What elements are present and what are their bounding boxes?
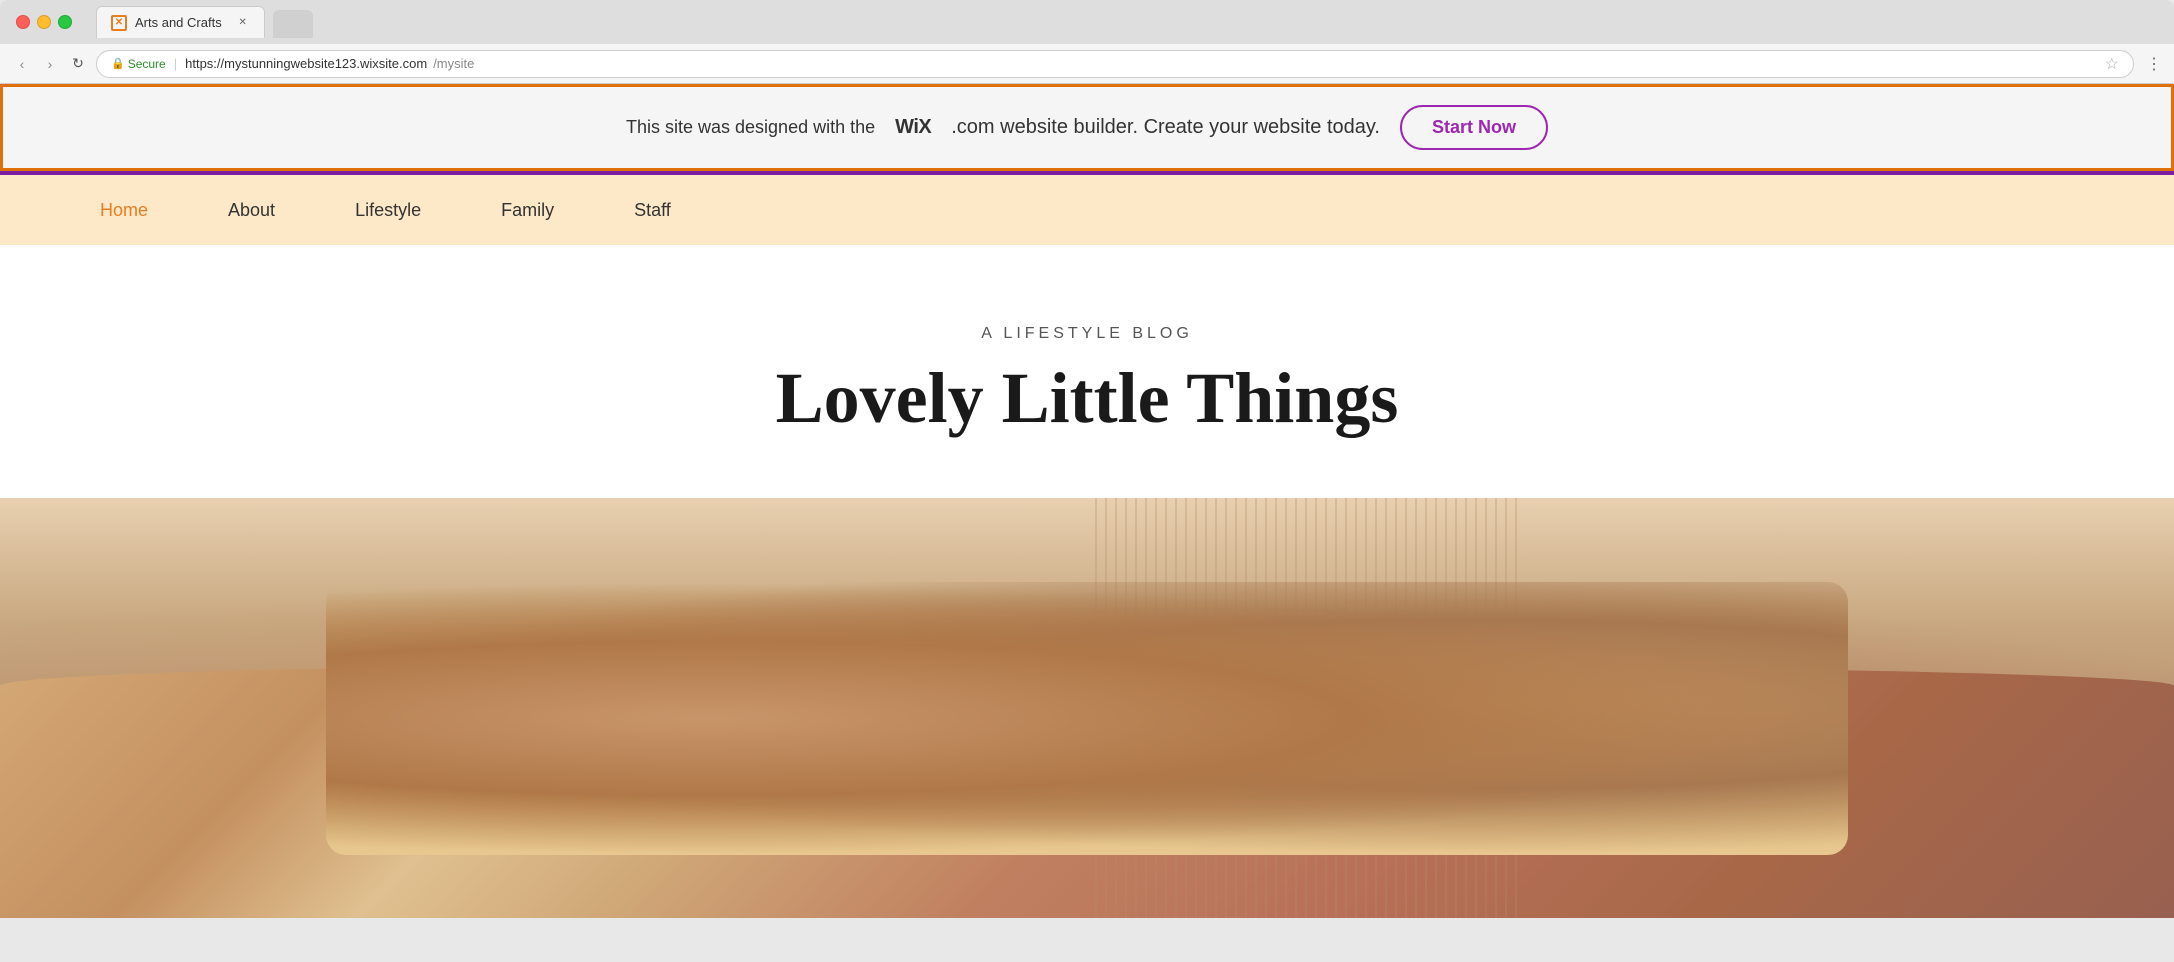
tab-title: Arts and Crafts (135, 15, 222, 30)
start-now-button[interactable]: Start Now (1400, 105, 1548, 150)
title-bar: ✕ Arts and Crafts ✕ (0, 0, 2174, 44)
traffic-lights (16, 15, 72, 29)
forward-button[interactable]: › (40, 54, 60, 74)
back-button[interactable]: ‹ (12, 54, 32, 74)
url-base: https://mystunningwebsite123.wixsite.com (185, 56, 427, 71)
blog-title: Lovely Little Things (40, 359, 2134, 438)
hero-section: A LIFESTYLE BLOG Lovely Little Things (0, 245, 2174, 498)
wix-logo: WiX (895, 116, 931, 139)
inactive-tab[interactable] (273, 10, 313, 38)
secure-badge: 🔒 Secure (111, 57, 166, 71)
secure-label: Secure (128, 57, 166, 71)
banner-text-after: .com website builder. Create your websit… (951, 116, 1380, 139)
nav-lifestyle[interactable]: Lifestyle (315, 175, 461, 245)
tab-favicon-icon: ✕ (111, 15, 127, 31)
nav-home[interactable]: Home (60, 175, 188, 245)
active-tab[interactable]: ✕ Arts and Crafts ✕ (96, 6, 265, 38)
banner-text-before: This site was designed with the (626, 117, 875, 138)
website-content: Home About Lifestyle Family Staff A LIFE… (0, 175, 2174, 918)
tab-bar: ✕ Arts and Crafts ✕ (96, 6, 313, 38)
bookmark-icon[interactable]: ☆ (2105, 54, 2119, 74)
minimize-button[interactable] (37, 15, 51, 29)
nav-staff[interactable]: Staff (594, 175, 711, 245)
refresh-button[interactable]: ↻ (68, 54, 88, 74)
blog-subtitle: A LIFESTYLE BLOG (40, 325, 2134, 343)
lock-icon: 🔒 (111, 57, 125, 70)
background-stripes (1087, 498, 1522, 918)
url-separator: | (174, 56, 177, 71)
browser-window: ✕ Arts and Crafts ✕ ‹ › ↻ 🔒 Secure | htt… (0, 0, 2174, 918)
address-bar[interactable]: 🔒 Secure | https://mystunningwebsite123.… (96, 50, 2134, 78)
url-path: /mysite (433, 56, 474, 71)
browser-menu-icon[interactable]: ⋮ (2146, 54, 2162, 74)
nav-about[interactable]: About (188, 175, 315, 245)
address-bar-row: ‹ › ↻ 🔒 Secure | https://mystunningwebsi… (0, 44, 2174, 84)
hero-background (0, 498, 2174, 918)
tab-close-button[interactable]: ✕ (236, 16, 250, 30)
close-button[interactable] (16, 15, 30, 29)
hero-image (0, 498, 2174, 918)
wix-promo-banner: This site was designed with the WiX .com… (0, 84, 2174, 171)
nav-family[interactable]: Family (461, 175, 594, 245)
maximize-button[interactable] (58, 15, 72, 29)
site-navigation: Home About Lifestyle Family Staff (0, 175, 2174, 245)
